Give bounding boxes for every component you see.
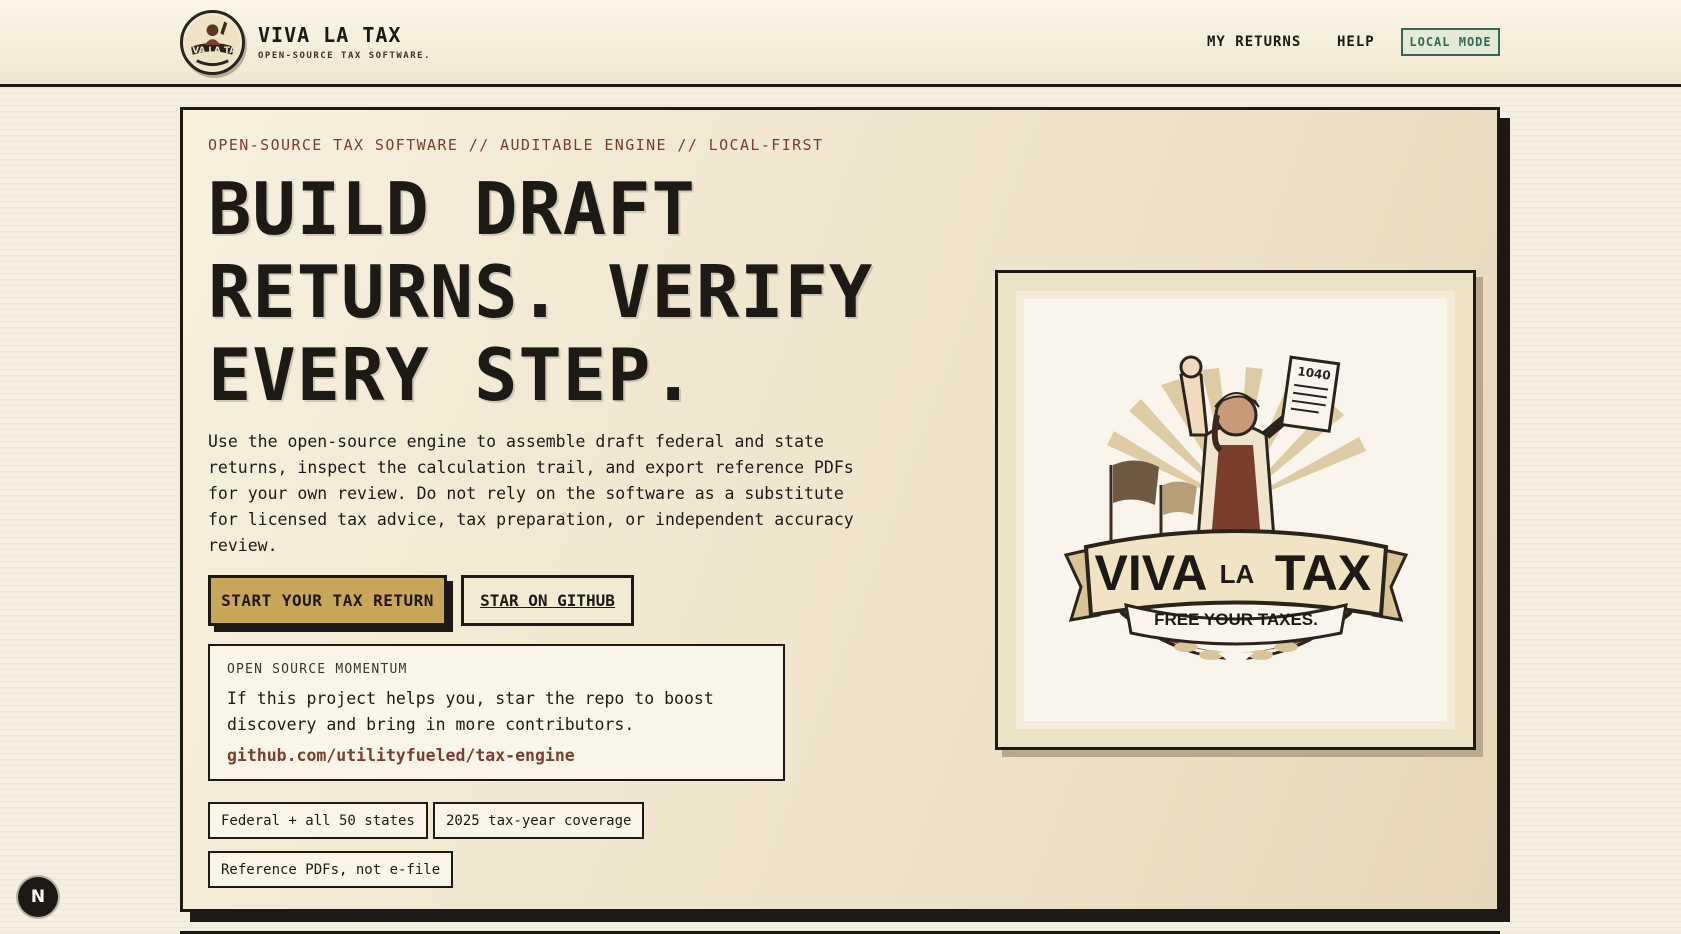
- chip-federal-states: Federal + all 50 states: [208, 802, 428, 839]
- hero-headline: BUILD DRAFT RETURNS. VERIFY EVERY STEP.: [208, 167, 874, 417]
- illustration-paper: 1040 VIVA LA TAX FREE YOUR TAXES.: [1024, 299, 1447, 721]
- hero-kicker: OPEN-SOURCE TAX SOFTWARE // AUDITABLE EN…: [208, 136, 824, 154]
- logo-emblem-icon: VIVA LA TAX: [183, 14, 242, 71]
- illustration-frame: 1040 VIVA LA TAX FREE YOUR TAXES.: [995, 270, 1476, 750]
- brand-logo[interactable]: VIVA LA TAX: [180, 10, 245, 75]
- emblem-banner-text: FREE YOUR TAXES.: [1154, 610, 1318, 629]
- momentum-text: If this project helps you, star the repo…: [227, 689, 714, 734]
- viva-la-tax-emblem-icon: 1040 VIVA LA TAX FREE YOUR TAXES.: [1063, 355, 1408, 674]
- star-on-github-button[interactable]: STAR ON GITHUB: [461, 575, 634, 626]
- momentum-label: OPEN SOURCE MOMENTUM: [227, 662, 408, 677]
- emblem-title-tax: TAX: [1274, 545, 1370, 601]
- open-source-momentum-card: OPEN SOURCE MOMENTUM If this project hel…: [208, 644, 785, 781]
- chip-tax-year: 2025 tax-year coverage: [433, 802, 645, 839]
- brand-name: VIVA LA TAX: [258, 23, 402, 47]
- start-tax-return-button[interactable]: START YOUR TAX RETURN: [208, 575, 447, 626]
- hero-card: OPEN-SOURCE TAX SOFTWARE // AUDITABLE EN…: [180, 107, 1500, 912]
- nav-help[interactable]: HELP: [1337, 34, 1375, 50]
- svg-text:VIVA LA TAX: VIVA LA TAX: [183, 45, 242, 55]
- nav-my-returns[interactable]: MY RETURNS: [1207, 34, 1301, 50]
- chip-reference-pdfs: Reference PDFs, not e-file: [208, 851, 454, 888]
- emblem-title-la: LA: [1219, 559, 1254, 589]
- brand-tagline: OPEN-SOURCE TAX SOFTWARE.: [258, 51, 431, 61]
- illustration-mat: 1040 VIVA LA TAX FREE YOUR TAXES.: [1016, 291, 1455, 729]
- emblem-title-viva: VIVA: [1094, 545, 1207, 601]
- github-repo-link[interactable]: github.com/utilityfueled/tax-engine: [227, 746, 575, 765]
- site-header: VIVA LA TAX VIVA LA TAX OPEN-SOURCE TAX …: [0, 0, 1681, 87]
- local-mode-badge[interactable]: LOCAL MODE: [1401, 28, 1500, 56]
- hero-description: Use the open-source engine to assemble d…: [208, 432, 854, 555]
- dev-tools-badge[interactable]: N: [18, 877, 58, 917]
